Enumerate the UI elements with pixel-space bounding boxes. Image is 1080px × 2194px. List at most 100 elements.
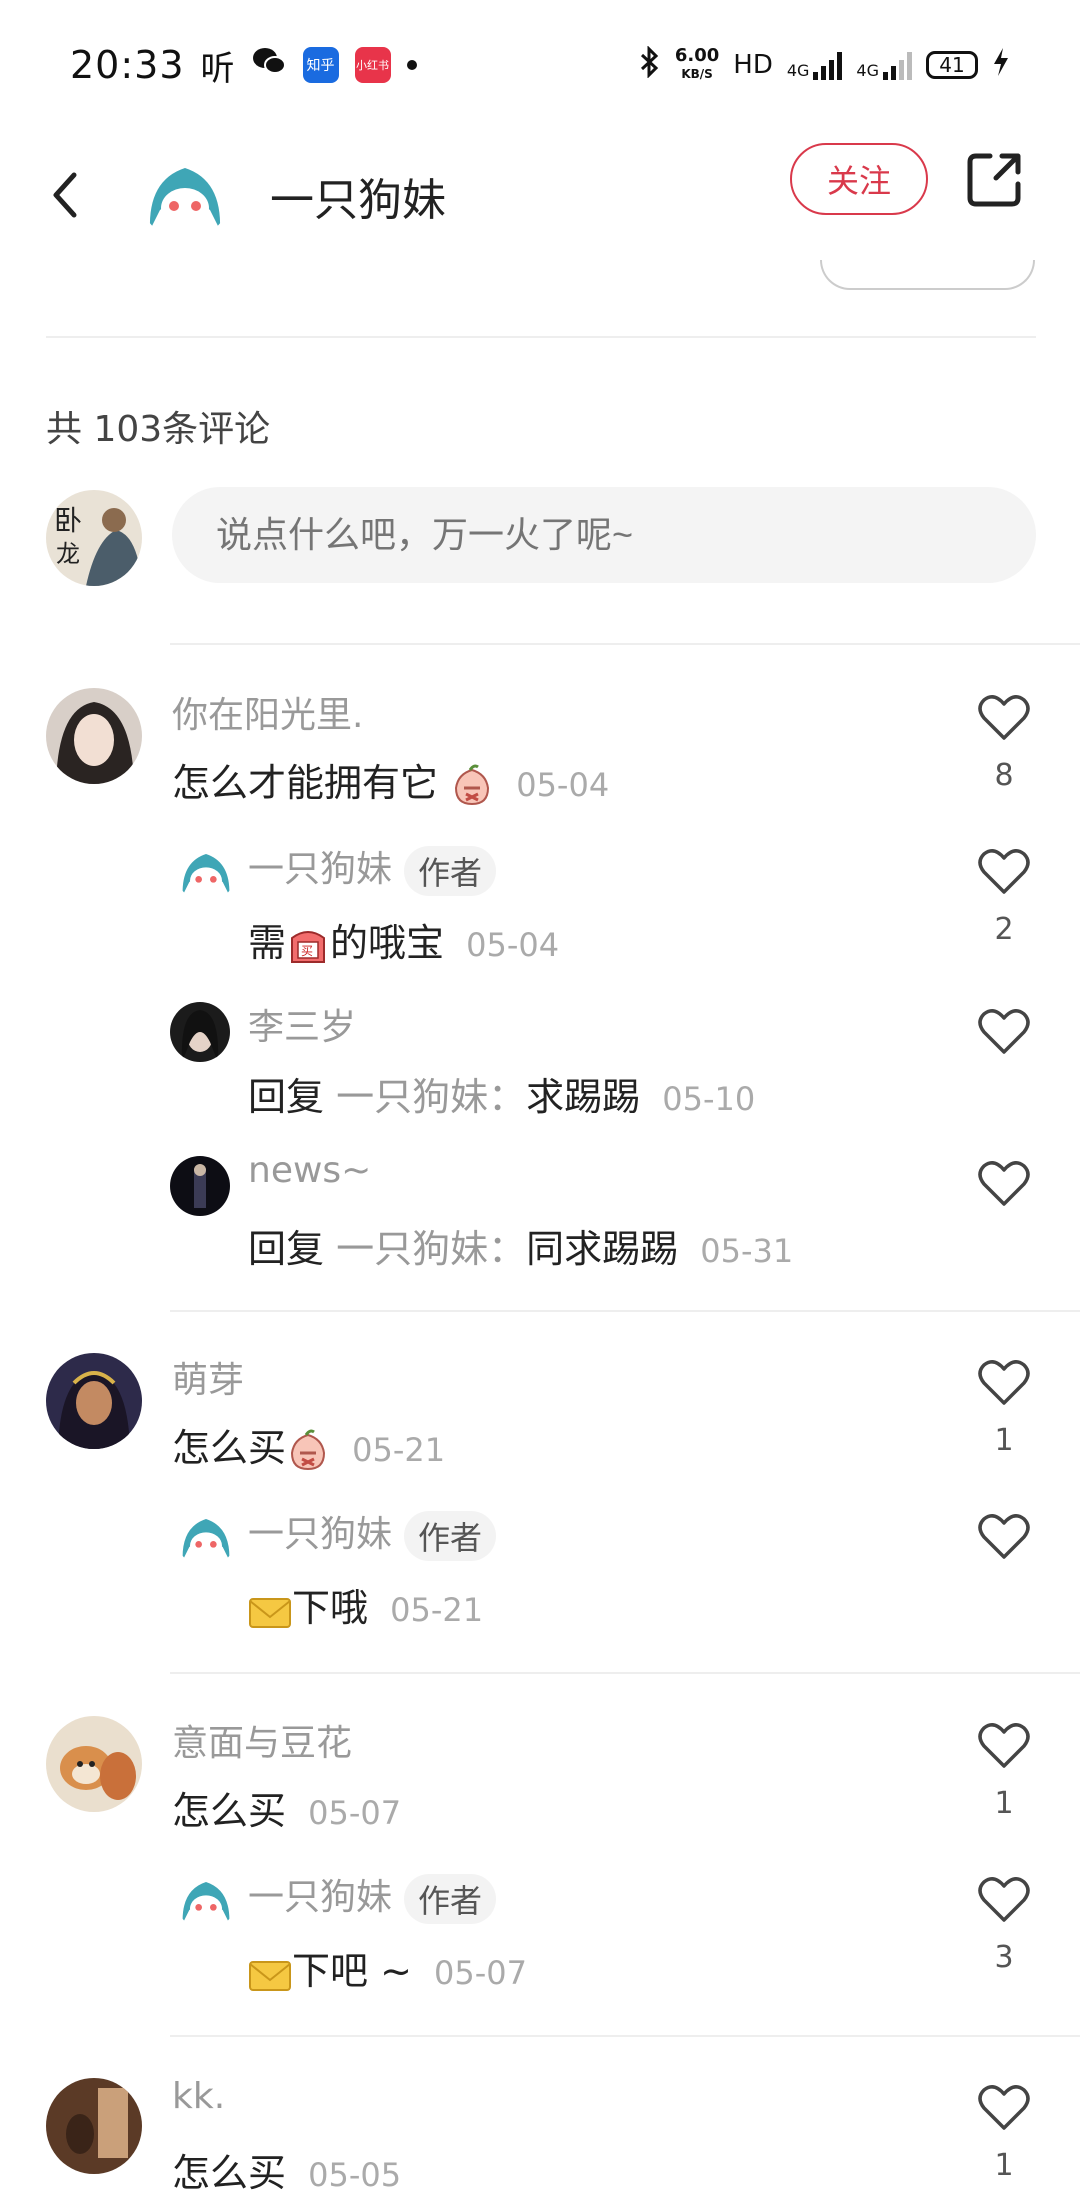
like-button[interactable] [974,1004,1034,1056]
heart-icon [978,1360,1030,1405]
author-tag: 作者 [404,1511,497,1561]
svg-text:卧: 卧 [54,504,82,537]
heart-icon [978,1161,1030,1206]
comment-username[interactable]: 萌芽 [172,1351,244,1403]
back-arrow-icon[interactable] [40,155,100,235]
commenter-avatar[interactable] [46,688,142,784]
wechat-icon [251,45,287,86]
reply-username[interactable]: 一只狗妹 作者 [248,840,497,896]
like-button[interactable]: 2 [974,844,1034,947]
zhihu-app-icon: 知乎 [302,47,339,83]
commenter-avatar[interactable] [46,1353,142,1449]
xiaohongshu-app-icon: 小红书 [354,47,391,83]
heart-icon [978,2085,1030,2130]
listen-app-icon: 听 [200,48,235,89]
network-speed: 6.00 KB/S [674,45,720,82]
divider [170,643,1080,645]
heart-icon [978,695,1030,740]
comment-username[interactable]: 你在阳光里. [172,686,363,738]
comment-thread: 你在阳光里. 怎么才能拥有它 05-04 8 一只狗妹 作者 需 买 的哦宝 05… [0,680,1080,1280]
top-navigation-bar: 一只狗妹 关注 [0,130,1080,260]
reply-avatar[interactable] [170,1002,230,1062]
reply-avatar[interactable] [176,1870,236,1930]
like-count: 3 [994,1940,1014,1975]
reply-avatar[interactable] [176,1507,236,1567]
heart-icon [978,849,1030,894]
author-tag: 作者 [404,1874,497,1924]
peach-emoji-icon [286,1429,330,1473]
reply-date: 05-21 [390,1591,484,1629]
signal-4g-1: 4G [787,50,843,80]
like-button[interactable]: 1 [974,1355,1034,1458]
reply-target: 一只狗妹： [336,1075,527,1119]
comment-username[interactable]: 意面与豆花 [172,1714,352,1766]
signal-bars-icon [883,50,912,80]
divider [46,336,1036,338]
reply-date: 05-31 [700,1232,794,1270]
author-name[interactable]: 一只狗妹 [270,164,446,228]
clock: 20:33 [70,43,185,87]
reply-body: 下哦 05-21 [248,1577,483,1633]
like-button[interactable]: 1 [974,2080,1034,2183]
comment-date: 05-04 [516,766,610,804]
commenter-avatar[interactable] [46,2078,142,2174]
current-user-avatar: 卧龙 [46,490,142,586]
like-button[interactable]: 3 [974,1872,1034,1975]
comment-thread: kk. 怎么买 05-05 1 [0,2070,1080,2194]
more-notifications-dot-icon [406,60,417,70]
heart-icon [978,1877,1030,1922]
comment-thread: 萌芽 怎么买 05-21 1 一只狗妹 作者 下哦 05-21 [0,1345,1080,1655]
reply-date: 05-04 [466,926,560,964]
reply-avatar[interactable] [176,842,236,902]
like-count: 1 [994,2148,1014,2183]
signal-4g-2: 4G [856,50,912,80]
divider [170,1672,1080,1674]
share-icon[interactable] [960,144,1030,214]
comment-body: 怎么才能拥有它 05-04 [172,752,609,808]
svg-text:买: 买 [301,944,313,958]
reply-username[interactable]: news~ [248,1150,371,1191]
like-button[interactable]: 1 [974,1718,1034,1821]
comment-body: 怎么买 05-05 [172,2151,402,2194]
comment-body: 怎么买 05-07 [172,1789,402,1833]
charging-bolt-icon [992,47,1010,84]
reply-body: 需 买 的哦宝 05-04 [248,912,559,968]
heart-icon [978,1514,1030,1559]
reply-username[interactable]: 李三岁 [248,998,356,1050]
like-count: 2 [994,912,1014,947]
reply-avatar[interactable] [170,1156,230,1216]
like-button[interactable] [974,1509,1034,1561]
hd-indicator: HD [733,50,773,80]
heart-icon [978,1723,1030,1768]
reply-username[interactable]: 一只狗妹 作者 [248,1868,497,1924]
status-bar: 20:33 听 知乎 小红书 6.00 KB/S HD 4G 4G 41 [0,0,1080,130]
signal-bars-icon [813,50,843,80]
author-avatar[interactable] [140,150,230,240]
reply-body: 下吧 ~ 05-07 [248,1940,527,1996]
comment-body: 怎么买 05-21 [172,1417,445,1473]
like-button[interactable]: 8 [974,690,1034,793]
comment-input[interactable] [172,487,1036,583]
reply-target: 一只狗妹： [336,1227,527,1271]
like-button[interactable] [974,1156,1034,1208]
envelope-emoji-icon [248,1589,292,1633]
follow-button[interactable]: 关注 [790,143,928,215]
battery-icon: 41 [926,51,978,79]
reply-username[interactable]: 一只狗妹 作者 [248,1505,497,1561]
heart-icon [978,1009,1030,1054]
peach-emoji-icon [450,764,494,808]
like-count: 1 [994,1423,1014,1458]
reply-body: 回复 一只狗妹：求踢踢 05-10 [248,1075,756,1119]
red-envelope-emoji-icon: 买 [286,924,330,968]
reply-body: 回复 一只狗妹：同求踢踢 05-31 [248,1227,794,1271]
commenter-avatar[interactable] [46,1716,142,1812]
divider [170,2035,1080,2037]
author-tag: 作者 [404,846,497,896]
comment-date: 05-07 [308,1794,402,1832]
comment-thread: 意面与豆花 怎么买 05-07 1 一只狗妹 作者 下吧 ~ 05-07 3 [0,1708,1080,2018]
partially-hidden-button [820,260,1035,290]
comment-username[interactable]: kk. [172,2076,225,2117]
svg-text:龙: 龙 [56,540,80,568]
envelope-emoji-icon [248,1952,292,1996]
comment-date: 05-05 [308,2156,402,2194]
